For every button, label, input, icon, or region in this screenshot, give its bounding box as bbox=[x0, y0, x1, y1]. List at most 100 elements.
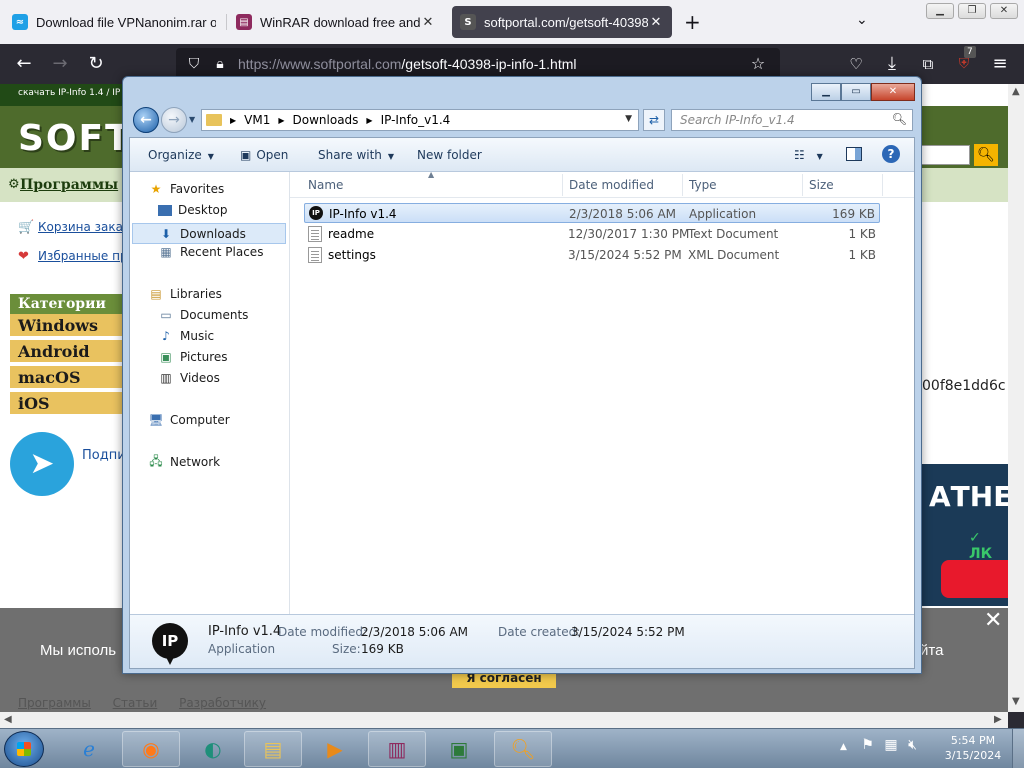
category-windows[interactable]: Windows bbox=[10, 314, 124, 338]
telegram-subscribe-link[interactable]: Подпи bbox=[82, 448, 126, 463]
category-android[interactable]: Android bbox=[10, 340, 124, 364]
internet-explorer-icon[interactable]: ℯ bbox=[60, 731, 118, 767]
footer-link-programs[interactable]: Программы bbox=[18, 696, 91, 710]
web-search-input[interactable] bbox=[918, 145, 970, 165]
file-row-settings[interactable]: settings 3/15/2024 5:52 PM XML Document … bbox=[304, 245, 880, 265]
open-button[interactable]: ▣ Open bbox=[240, 148, 288, 162]
explorer-maximize-button[interactable]: ▭ bbox=[841, 83, 871, 101]
extensions-icon[interactable]: ⧉ bbox=[916, 52, 940, 76]
column-separator[interactable] bbox=[882, 174, 883, 196]
nav-libraries[interactable]: ▤ Libraries bbox=[148, 287, 222, 301]
column-separator[interactable] bbox=[562, 174, 563, 196]
nav-favorites[interactable]: ★ Favorites bbox=[148, 182, 225, 196]
tab-softportal[interactable]: S softportal.com/getsoft-40398-ip ✕ bbox=[452, 6, 672, 38]
search-input[interactable]: Search IP-Info_v1.4 🔍︎ bbox=[671, 109, 913, 131]
close-button[interactable]: ✕ bbox=[990, 3, 1018, 19]
web-search-icon[interactable]: 🔍︎ bbox=[974, 144, 998, 166]
firefox-icon[interactable]: ◉ bbox=[122, 731, 180, 767]
nav-music[interactable]: ♪ Music bbox=[158, 329, 214, 343]
lock-icon[interactable]: 🔒︎ bbox=[208, 52, 232, 76]
back-arrow-icon[interactable]: ← bbox=[12, 52, 36, 76]
softportal-logo[interactable]: SOFT bbox=[18, 118, 132, 159]
recent-locations-dropdown-icon[interactable]: ▼ bbox=[189, 115, 195, 124]
remote-desktop-icon[interactable]: ▣ bbox=[430, 731, 488, 767]
forward-arrow-icon[interactable]: → bbox=[161, 107, 187, 133]
help-icon[interactable]: ? bbox=[882, 145, 900, 163]
file-row-readme[interactable]: readme 12/30/2017 1:30 PM Text Document … bbox=[304, 224, 880, 244]
ublock-icon[interactable]: ⛨ 7 bbox=[952, 46, 976, 76]
reload-icon[interactable]: ↻ bbox=[84, 52, 108, 76]
category-ios[interactable]: iOS bbox=[10, 392, 124, 416]
new-tab-button[interactable]: + bbox=[684, 10, 701, 34]
restore-button[interactable]: ❐ bbox=[958, 3, 986, 19]
volume-muted-icon[interactable]: 🔇︎ bbox=[908, 737, 917, 753]
chevron-down-icon[interactable]: ▼ bbox=[817, 152, 823, 161]
scroll-down-icon[interactable]: ▼ bbox=[1012, 696, 1020, 707]
winrar-icon[interactable]: ▥ bbox=[368, 731, 426, 767]
back-arrow-icon[interactable]: ← bbox=[133, 107, 159, 133]
tab-winrar[interactable]: ▤ WinRAR download free and sup ✕ bbox=[228, 6, 444, 38]
vertical-scrollbar[interactable]: ▲ ▼ bbox=[1008, 84, 1024, 712]
nav-documents[interactable]: ▭ Documents bbox=[158, 308, 248, 322]
nav-pictures[interactable]: ▣ Pictures bbox=[158, 350, 227, 364]
tab-close-icon[interactable]: ✕ bbox=[648, 15, 664, 30]
menu-hamburger-icon[interactable]: ≡ bbox=[988, 52, 1012, 76]
network-tray-icon[interactable]: ▦ bbox=[884, 737, 897, 753]
refresh-icon[interactable]: ⇄ bbox=[643, 109, 665, 131]
breadcrumb-vm1[interactable]: ▶ VM1 bbox=[230, 113, 270, 127]
address-bar[interactable]: ▶ VM1 ▶ Downloads ▶ IP-Info_v1.4 ▼ bbox=[201, 109, 639, 131]
telegram-icon[interactable]: ➤ bbox=[10, 432, 74, 496]
start-button[interactable] bbox=[4, 731, 44, 767]
file-explorer-icon[interactable]: ▤ bbox=[244, 731, 302, 767]
banner-button[interactable] bbox=[941, 560, 1008, 598]
web-menu-programs[interactable]: Программы bbox=[20, 177, 118, 193]
nav-network[interactable]: 🖧︎ Network bbox=[148, 454, 220, 470]
column-separator[interactable] bbox=[682, 174, 683, 196]
nav-downloads[interactable]: ⬇ Downloads bbox=[132, 223, 286, 244]
clock[interactable]: 5:54 PM 3/15/2024 bbox=[938, 733, 1008, 763]
scroll-up-icon[interactable]: ▲ bbox=[1012, 86, 1020, 97]
ad-banner[interactable]: АТНЕ ✓ ЛК bbox=[921, 464, 1008, 606]
url-text[interactable]: https://www.softportal.com/getsoft-40398… bbox=[238, 56, 577, 72]
show-hidden-icons-icon[interactable]: ▲ bbox=[840, 742, 847, 752]
column-separator[interactable] bbox=[802, 174, 803, 196]
forward-arrow-icon[interactable]: → bbox=[48, 52, 72, 76]
new-folder-button[interactable]: New folder bbox=[417, 148, 482, 162]
preview-pane-icon[interactable] bbox=[846, 147, 862, 161]
explorer-minimize-button[interactable]: ▁ bbox=[811, 83, 841, 101]
horizontal-scrollbar[interactable]: ◀ ▶ bbox=[0, 712, 1008, 728]
nav-desktop[interactable]: Desktop bbox=[158, 203, 228, 217]
search-magnifier-icon[interactable]: 🔍︎ bbox=[494, 731, 552, 767]
organize-button[interactable]: Organize ▼ bbox=[148, 148, 214, 162]
breadcrumb-downloads[interactable]: ▶ Downloads bbox=[278, 113, 358, 127]
tab-close-icon[interactable]: ✕ bbox=[420, 15, 436, 30]
list-all-tabs-chevron-icon[interactable]: ⌄ bbox=[856, 12, 868, 28]
tracking-shield-icon[interactable]: ⛉ bbox=[182, 52, 206, 76]
explorer-close-button[interactable]: ✕ bbox=[871, 83, 915, 101]
search-icon[interactable]: 🔍︎ bbox=[892, 112, 907, 126]
column-header-type[interactable]: Type bbox=[689, 178, 717, 192]
action-center-flag-icon[interactable]: ⚑ bbox=[861, 737, 874, 753]
footer-link-developers[interactable]: Разработчику bbox=[179, 696, 266, 710]
change-view-icon[interactable]: ☷ ▼ bbox=[794, 148, 823, 162]
minimize-button[interactable]: ▁ bbox=[926, 3, 954, 19]
scroll-left-icon[interactable]: ◀ bbox=[4, 714, 12, 725]
address-dropdown-icon[interactable]: ▼ bbox=[625, 114, 632, 124]
column-header-name[interactable]: Name bbox=[308, 178, 343, 192]
share-with-button[interactable]: Share with ▼ bbox=[318, 148, 394, 162]
footer-link-articles[interactable]: Статьи bbox=[113, 696, 158, 710]
pocket-icon[interactable]: ♡ bbox=[844, 52, 868, 76]
web-side-link-favorites[interactable]: Избранные пр bbox=[38, 249, 128, 263]
media-player-icon[interactable]: ◐ bbox=[184, 731, 242, 767]
show-desktop-button[interactable] bbox=[1012, 729, 1024, 768]
breadcrumb-ip-info[interactable]: ▶ IP-Info_v1.4 bbox=[366, 113, 450, 127]
tab-vpnanonim[interactable]: ≈ Download file VPNanonim.rar o bbox=[4, 6, 224, 38]
nav-computer[interactable]: 🖥︎ Computer bbox=[148, 413, 229, 427]
downloads-icon[interactable]: ⤓ bbox=[880, 52, 904, 76]
scroll-right-icon[interactable]: ▶ bbox=[994, 714, 1002, 725]
web-side-link-cart[interactable]: Корзина закач bbox=[38, 220, 130, 234]
nav-recent-places[interactable]: ▦ Recent Places bbox=[158, 245, 263, 259]
video-player-icon[interactable]: ▶ bbox=[306, 731, 364, 767]
bookmark-star-icon[interactable]: ☆ bbox=[746, 52, 770, 76]
cookie-close-icon[interactable]: ✕ bbox=[984, 608, 1002, 633]
